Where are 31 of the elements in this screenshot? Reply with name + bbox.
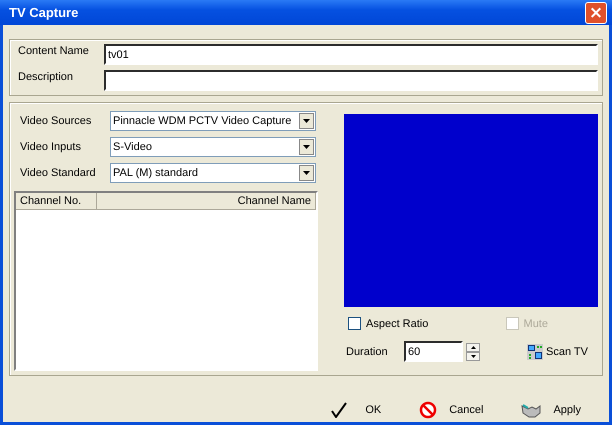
- checkbox[interactable]: [348, 317, 361, 330]
- number-field[interactable]: 60: [404, 341, 463, 362]
- dropdown[interactable]: PAL (M) standard: [110, 163, 316, 183]
- close-button[interactable]: ×: [585, 2, 607, 24]
- prohibited-icon: [419, 401, 438, 419]
- field-label: Duration: [346, 346, 389, 358]
- spin-up-button[interactable]: [466, 342, 480, 352]
- field-label: Description: [18, 70, 74, 83]
- field-label: Video Sources: [19, 115, 92, 127]
- window-title: TV Capture: [9, 5, 78, 20]
- field-label: Video Standard: [19, 167, 97, 179]
- text-field[interactable]: tv01: [104, 44, 598, 65]
- dropdown[interactable]: S-Video: [110, 137, 316, 157]
- checkbox-label: Mute: [524, 318, 548, 330]
- dialog-button[interactable]: OK: [327, 398, 386, 422]
- text-field[interactable]: [104, 70, 598, 91]
- check-icon: [331, 402, 348, 418]
- tv-grid-icon: [527, 344, 543, 360]
- down-triangle-icon: [470, 354, 476, 358]
- dialog-button[interactable]: Apply: [517, 398, 585, 422]
- channel-list[interactable]: Channel No. Channel Name: [14, 191, 318, 371]
- dropdown[interactable]: Pinnacle WDM PCTV Video Capture: [110, 111, 316, 131]
- checkbox-label: Aspect Ratio: [366, 318, 428, 330]
- dialog-button[interactable]: Cancel: [415, 398, 488, 422]
- field-label: Video Inputs: [19, 141, 82, 153]
- up-triangle-icon: [470, 346, 476, 348]
- handshake-icon: [521, 402, 542, 418]
- scan-button[interactable]: Scan TV: [527, 344, 588, 360]
- column-header[interactable]: Channel No.: [16, 193, 97, 210]
- column-header[interactable]: Channel Name: [97, 193, 316, 210]
- field-label: Content Name: [18, 44, 90, 57]
